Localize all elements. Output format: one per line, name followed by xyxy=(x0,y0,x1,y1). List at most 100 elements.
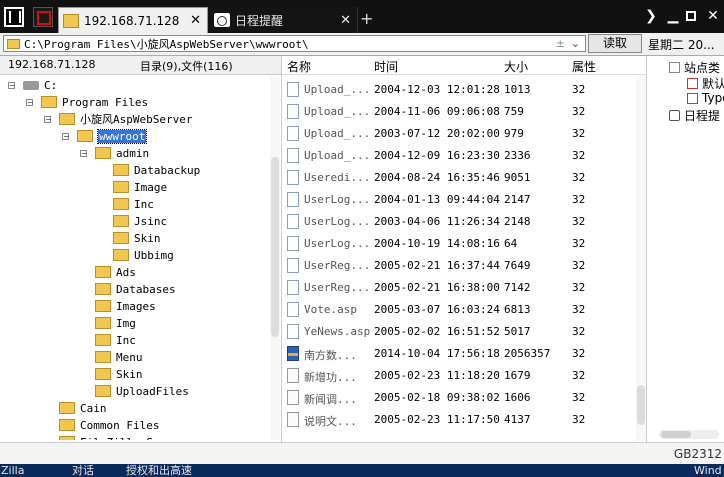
file-size: 1606 xyxy=(504,391,531,404)
col-attr[interactable]: 属性 xyxy=(572,58,596,75)
file-row[interactable]: YeNews.asp 2005-02-02 16:51:52 5017 32 xyxy=(282,321,634,343)
site-tree-item[interactable]: 默认 xyxy=(687,75,724,92)
collapse-toggle-icon[interactable]: − xyxy=(26,98,34,106)
file-row[interactable]: Vote.asp 2005-03-07 16:03:24 6813 32 xyxy=(282,299,634,321)
file-row[interactable]: 南方数... 2014-10-04 17:56:18 2056357 32 xyxy=(282,343,634,365)
tree-node[interactable]: Ads xyxy=(95,264,136,280)
scroll-thumb[interactable] xyxy=(637,385,645,425)
file-row[interactable]: UserLog... 2003-04-06 11:26:34 2148 32 xyxy=(282,211,634,233)
file-icon xyxy=(287,258,299,273)
taskbar-item[interactable]: 对话 xyxy=(72,464,94,477)
taskbar-item[interactable]: Zilla xyxy=(1,464,24,477)
tree-node[interactable]: Skin xyxy=(113,230,161,246)
folder-icon xyxy=(95,317,111,329)
tree-node[interactable]: UploadFiles xyxy=(95,383,189,399)
tree-node[interactable]: − admin xyxy=(80,145,149,161)
file-attr: 32 xyxy=(572,149,586,162)
tree-node[interactable]: − 小旋风AspWebServer xyxy=(44,111,192,127)
file-row[interactable]: UserLog... 2004-01-13 09:44:04 2147 32 xyxy=(282,189,634,211)
tree-node[interactable]: Inc xyxy=(95,332,136,348)
read-button[interactable]: 读取 xyxy=(588,34,642,53)
file-time: 2005-02-21 16:38:00 xyxy=(374,281,500,294)
file-icon xyxy=(287,126,299,141)
tab-host[interactable]: 192.168.71.128 ✕ xyxy=(58,7,208,33)
tree-node[interactable]: Jsinc xyxy=(113,213,167,229)
file-row[interactable]: Upload_... 2004-11-06 09:06:08 759 32 xyxy=(282,101,634,123)
tree-node-label: Skin xyxy=(134,231,161,245)
close-window-icon[interactable]: ✕ xyxy=(706,9,720,23)
file-row[interactable]: Useredi... 2004-08-24 16:35:46 9051 32 xyxy=(282,167,634,189)
scroll-thumb[interactable] xyxy=(271,157,279,337)
path-controls[interactable]: ± ⌄ xyxy=(556,37,580,50)
folder-icon xyxy=(113,215,129,227)
site-tree-item[interactable]: 日程提 xyxy=(653,107,720,124)
target-icon[interactable] xyxy=(33,7,53,27)
file-attr: 32 xyxy=(572,325,586,338)
path-input[interactable]: C:\Program Files\小旋风AspWebServer\wwwroot… xyxy=(3,35,586,52)
tree-node[interactable]: Menu xyxy=(95,349,143,365)
col-name[interactable]: 名称 xyxy=(287,58,311,75)
file-size: 2148 xyxy=(504,215,531,228)
scroll-thumb[interactable] xyxy=(661,431,691,438)
col-size[interactable]: 大小 xyxy=(504,58,528,75)
file-row[interactable]: Upload_... 2004-12-03 12:01:28 1013 32 xyxy=(282,79,634,101)
file-list-scrollbar[interactable] xyxy=(636,75,646,441)
close-tab-icon[interactable]: ✕ xyxy=(340,13,351,28)
file-row[interactable]: UserReg... 2005-02-21 16:37:44 7649 32 xyxy=(282,255,634,277)
folder-icon xyxy=(7,38,20,49)
file-row[interactable]: Upload_... 2003-07-12 20:02:00 979 32 xyxy=(282,123,634,145)
file-name: Upload_... xyxy=(304,127,371,140)
minimize-icon[interactable]: ▁ xyxy=(666,9,680,23)
collapse-toggle-icon[interactable]: − xyxy=(8,81,16,89)
title-bar: 192.168.71.128 ✕ 日程提醒 ✕ + ❯ ▁ ✕ xyxy=(0,0,724,33)
chevron-down-icon[interactable]: ⌄ xyxy=(571,37,580,50)
tab-schedule[interactable]: 日程提醒 ✕ xyxy=(210,7,358,33)
file-time: 2005-02-21 16:37:44 xyxy=(374,259,500,272)
tree-node[interactable]: − Program Files xyxy=(26,94,148,110)
file-row[interactable]: 新增功... 2005-02-23 11:18:20 1679 32 xyxy=(282,365,634,387)
tree-node[interactable]: Inc xyxy=(113,196,154,212)
tree-node[interactable]: Databackup xyxy=(113,162,200,178)
file-attr: 32 xyxy=(572,413,586,426)
col-time[interactable]: 时间 xyxy=(374,58,398,75)
collapse-toggle-icon[interactable]: − xyxy=(44,115,52,123)
site-tree-label: 日程提 xyxy=(684,109,721,123)
taskbar-item[interactable]: Wind xyxy=(694,464,722,477)
chevron-right-icon[interactable]: ❯ xyxy=(644,9,658,23)
file-icon xyxy=(287,214,299,229)
file-row[interactable]: 新闻调... 2005-02-18 09:38:02 1606 32 xyxy=(282,387,634,409)
site-tree-item[interactable]: Type xyxy=(687,91,724,105)
tree-node-label: C: xyxy=(44,78,58,92)
site-tree-item[interactable]: 站点类 xyxy=(653,59,720,76)
maximize-icon[interactable] xyxy=(686,11,696,21)
taskbar-item[interactable]: 授权和出高速 xyxy=(126,464,192,477)
tree-node[interactable]: Ubbimg xyxy=(113,247,174,263)
new-tab-icon[interactable]: + xyxy=(360,9,373,28)
site-hscrollbar[interactable] xyxy=(659,430,719,439)
tree-scrollbar[interactable] xyxy=(270,77,280,440)
file-attr: 32 xyxy=(572,281,586,294)
tree-node[interactable]: − C: xyxy=(8,77,57,93)
file-row[interactable]: 说明文... 2005-02-23 11:17:50 4137 32 xyxy=(282,409,634,431)
tree-node[interactable]: Cain xyxy=(59,400,107,416)
file-attr: 32 xyxy=(572,237,586,250)
file-row[interactable]: UserLog... 2004-10-19 14:08:16 64 32 xyxy=(282,233,634,255)
file-name: 新闻调... xyxy=(304,393,357,406)
tree-node[interactable]: Skin xyxy=(95,366,143,382)
tree-node[interactable]: Common Files xyxy=(59,417,159,433)
tree-node-label: Databases xyxy=(116,282,176,296)
file-row[interactable]: UserReg... 2005-02-21 16:38:00 7142 32 xyxy=(282,277,634,299)
collapse-toggle-icon[interactable]: − xyxy=(62,132,70,140)
tree-node[interactable]: Img xyxy=(95,315,136,331)
close-tab-icon[interactable]: ✕ xyxy=(190,13,201,28)
tree-node[interactable]: Image xyxy=(113,179,167,195)
app-menu-icon[interactable] xyxy=(4,7,24,27)
tree-node[interactable]: FileZilla Server xyxy=(59,434,186,440)
file-row[interactable]: Upload_... 2004-12-09 16:23:30 2336 32 xyxy=(282,145,634,167)
file-time: 2005-03-07 16:03:24 xyxy=(374,303,500,316)
collapse-toggle-icon[interactable]: − xyxy=(80,149,88,157)
tree-node[interactable]: − wwwroot xyxy=(62,128,148,144)
tree-node[interactable]: Databases xyxy=(95,281,176,297)
tree-node[interactable]: Images xyxy=(95,298,156,314)
file-time: 2003-07-12 20:02:00 xyxy=(374,127,500,140)
